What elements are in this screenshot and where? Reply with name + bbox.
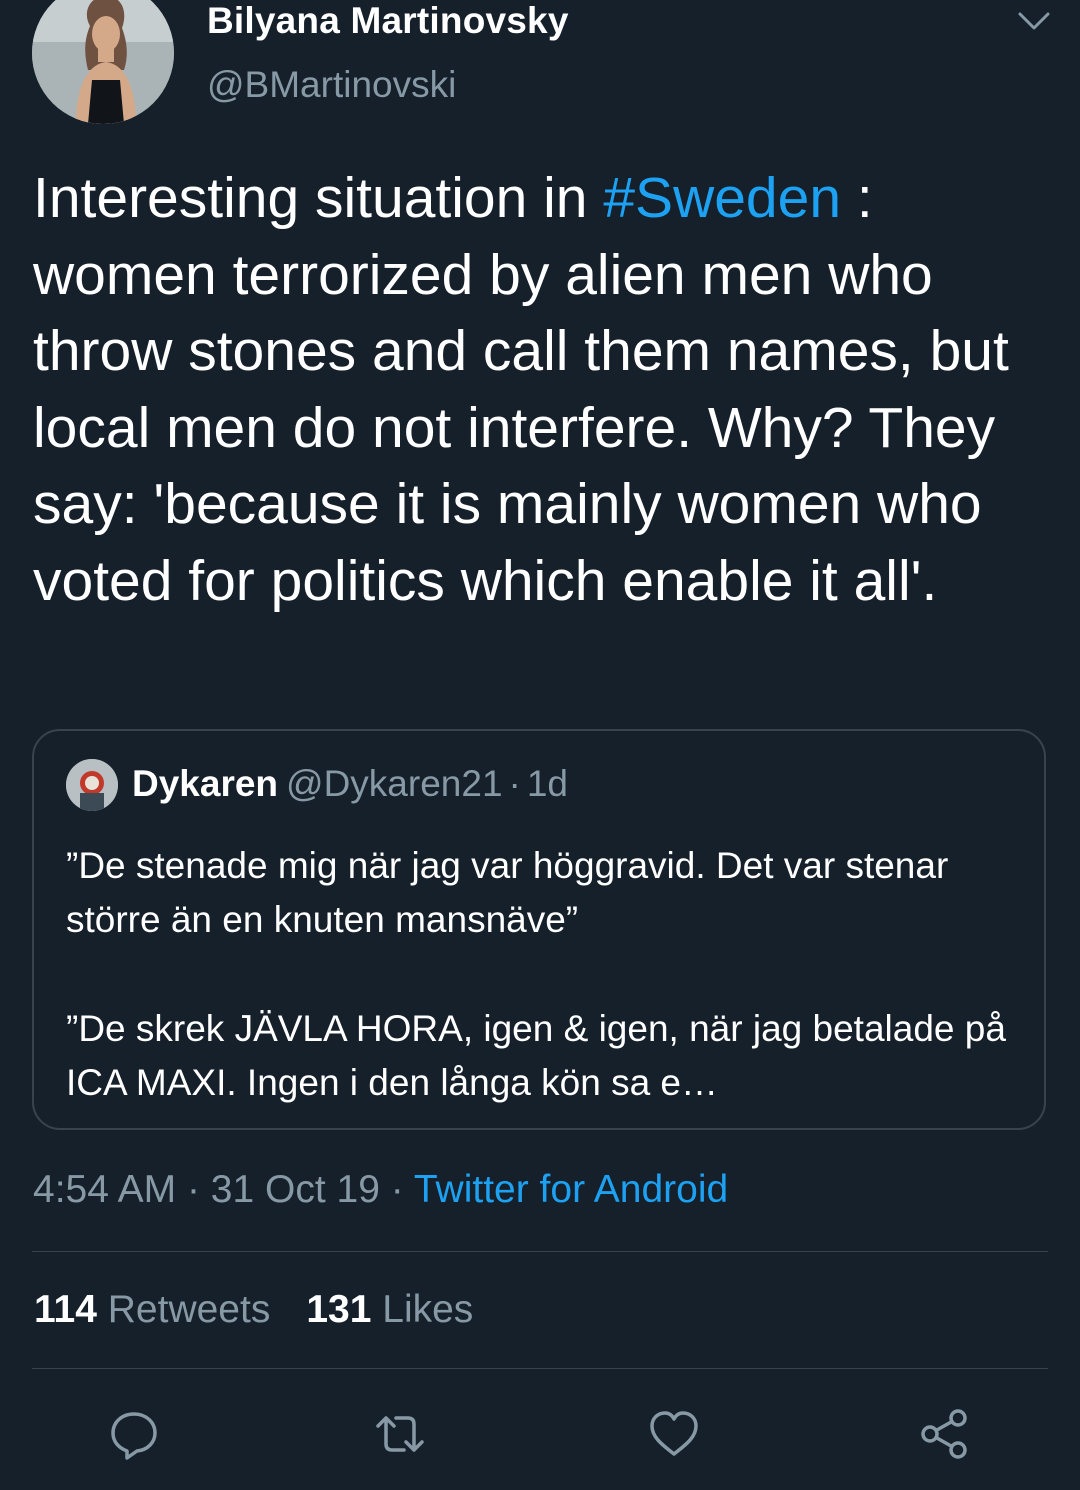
avatar-photo-icon <box>32 0 174 124</box>
tweet-text-part: Interesting situation in <box>33 166 604 230</box>
likes-label: Likes <box>382 1288 474 1331</box>
retweets-label: Retweets <box>107 1288 271 1331</box>
like-button[interactable] <box>646 1406 702 1462</box>
quoted-tweet-card[interactable]: Dykaren @Dykaren21 · 1d ”De stenade mig när… <box>32 729 1046 1130</box>
quoted-author-handle: @Dykaren21 <box>286 763 503 804</box>
separator-dot: · <box>508 763 521 804</box>
separator-dot: · <box>390 1168 404 1211</box>
quoted-tweet-paragraph: ”De stenade mig när jag var höggravid. D… <box>66 845 949 940</box>
likes-stat[interactable]: 131 Likes <box>306 1288 473 1331</box>
diver-avatar-icon <box>66 759 118 811</box>
retweets-stat[interactable]: 114 Retweets <box>34 1288 270 1331</box>
share-button[interactable] <box>916 1406 972 1462</box>
tweet-date: 31 Oct 19 <box>210 1168 380 1211</box>
quoted-tweet-header: Dykaren @Dykaren21 · 1d <box>132 763 568 805</box>
quoted-tweet-time: 1d <box>526 763 569 804</box>
retweet-icon <box>376 1416 424 1452</box>
tweet-source-link[interactable]: Twitter for Android <box>414 1168 728 1211</box>
retweet-button[interactable] <box>372 1406 428 1462</box>
separator-dot: · <box>186 1168 200 1211</box>
tweet-time: 4:54 AM <box>33 1168 177 1211</box>
chevron-down-icon[interactable] <box>1012 2 1056 38</box>
divider <box>32 1251 1048 1252</box>
share-icon <box>921 1409 967 1459</box>
quoted-author-avatar <box>66 759 118 811</box>
author-avatar[interactable] <box>32 0 174 124</box>
author-name[interactable]: Bilyana Martinovsky <box>207 0 569 42</box>
divider <box>32 1368 1048 1369</box>
heart-icon <box>650 1411 698 1456</box>
author-handle[interactable]: @BMartinovski <box>207 64 456 106</box>
reply-button[interactable] <box>106 1406 162 1462</box>
likes-count: 131 <box>306 1288 372 1331</box>
retweets-count: 114 <box>34 1288 97 1331</box>
tweet-stats: 114 Retweets 131 Likes <box>34 1288 473 1332</box>
tweet-meta: 4:54 AM · 31 Oct 19 · Twitter for Androi… <box>33 1168 728 1212</box>
reply-icon <box>111 1412 157 1460</box>
hashtag-link[interactable]: #Sweden <box>603 166 841 230</box>
tweet-text-part: : women terrorized by alien men who thro… <box>33 166 1009 613</box>
quoted-tweet-paragraph: ”De skrek JÄVLA HORA, igen & igen, när j… <box>66 1008 1006 1103</box>
tweet-text: Interesting situation in #Sweden : women… <box>33 160 1063 619</box>
quoted-author-name: Dykaren <box>132 763 279 804</box>
